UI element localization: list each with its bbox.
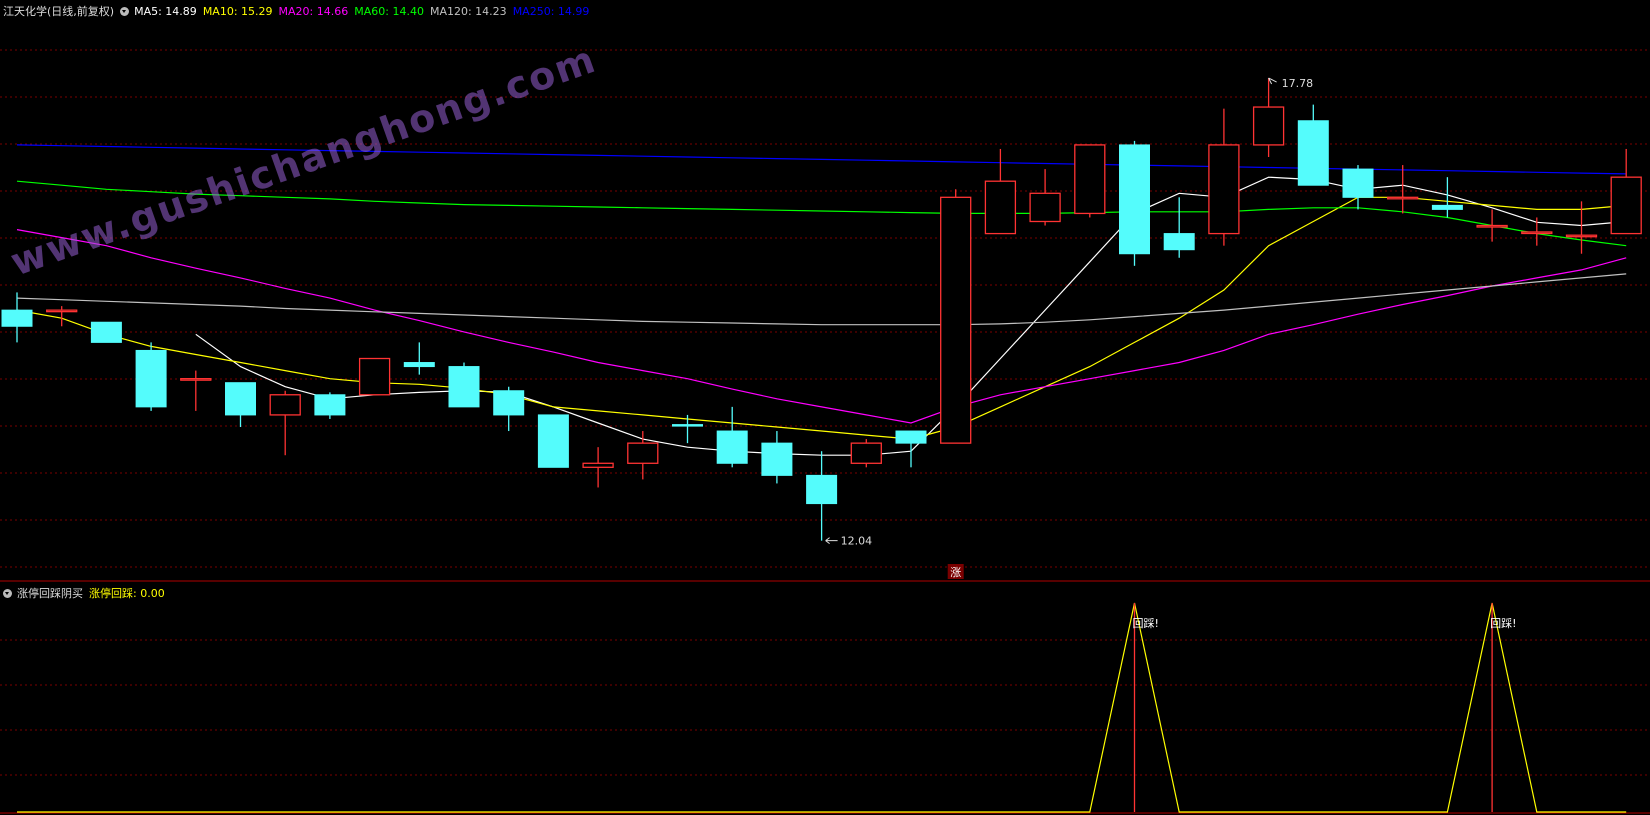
- candle: [940, 189, 972, 444]
- candle: [448, 362, 480, 408]
- candle: [403, 342, 435, 375]
- candle-body: [1252, 106, 1285, 146]
- signal-label: 回踩!: [1133, 617, 1159, 630]
- candle-body: [672, 424, 703, 427]
- candle: [582, 447, 614, 488]
- candle: [537, 414, 569, 468]
- candle: [806, 451, 838, 541]
- candle: [850, 439, 882, 468]
- candle: [1521, 217, 1553, 246]
- candle: [1163, 197, 1195, 258]
- candle-body: [537, 414, 569, 468]
- indicator-value: 涨停回踩: 0.00: [89, 587, 165, 600]
- candle-body: [46, 309, 78, 313]
- candle-body: [582, 462, 614, 468]
- candle-body: [716, 430, 748, 464]
- candle-body: [358, 357, 391, 396]
- candle: [135, 342, 167, 411]
- indicator-title: 涨停回踩阴买: [17, 587, 83, 600]
- candle: [761, 431, 793, 484]
- sub-header: 涨停回踩阴买 涨停回踩: 0.00: [3, 585, 171, 601]
- candle-body: [1342, 168, 1374, 198]
- candle-body: [493, 390, 525, 416]
- candle: [225, 382, 256, 428]
- candle: [672, 414, 703, 444]
- candle: [1, 292, 33, 343]
- signal-label: 回踩!: [1490, 617, 1516, 630]
- signal-line: [17, 602, 1627, 813]
- high-arrow: [1268, 77, 1277, 85]
- stock-title: 江天化学(日线,前复权): [3, 5, 115, 18]
- candle-body: [225, 382, 256, 416]
- candle-body: [269, 394, 301, 416]
- candle: [984, 148, 1017, 235]
- candle-body: [1521, 231, 1553, 235]
- candle: [1297, 104, 1329, 186]
- candle: [627, 431, 659, 480]
- chart-canvas: 17.78 12.04 涨 回踩! 回踩!: [0, 49, 1650, 814]
- candle: [1208, 108, 1240, 246]
- candle: [1252, 78, 1285, 158]
- ma20-line: [16, 229, 1627, 424]
- candle-body: [895, 430, 927, 444]
- ma60-label: MA60: 14.40: [354, 4, 424, 18]
- signal-series: 回踩! 回踩!: [17, 602, 1627, 813]
- candle: [269, 390, 301, 456]
- main-header: 江天化学(日线,前复权) MA5: 14.89 MA10: 15.29 MA20…: [3, 3, 595, 19]
- dropdown-icon[interactable]: [3, 588, 12, 598]
- candle: [895, 430, 927, 468]
- ma20-label: MA20: 14.66: [278, 4, 349, 18]
- ma10-line: [16, 196, 1627, 440]
- candle: [716, 406, 748, 468]
- candle-body: [90, 321, 122, 343]
- candle-body: [627, 442, 659, 464]
- ma120-label: MA120: 14.23: [429, 4, 507, 18]
- candle: [1029, 169, 1061, 226]
- candle: [1387, 165, 1419, 214]
- low-price-label: 12.04: [841, 535, 873, 548]
- dropdown-icon[interactable]: [120, 6, 130, 16]
- candle: [90, 321, 122, 343]
- ma10-label: MA10: 15.29: [202, 4, 273, 18]
- candle: [1476, 209, 1508, 242]
- candle: [1119, 140, 1150, 266]
- candle-body: [806, 474, 838, 505]
- candle-body: [850, 442, 882, 464]
- candle-body: [135, 349, 167, 408]
- ma5-label: MA5: 14.89: [134, 4, 197, 18]
- ma250-label: MA250: 14.99: [512, 4, 590, 18]
- candle-body: [1074, 144, 1106, 215]
- low-arrow: [825, 537, 838, 545]
- candle: [1074, 144, 1106, 218]
- candle: [1610, 148, 1642, 235]
- candle-body: [314, 394, 346, 416]
- candle-body: [1431, 204, 1463, 210]
- candle-body: [1208, 144, 1240, 235]
- ma5-line: [195, 176, 1627, 456]
- high-price-label: 17.78: [1282, 77, 1314, 90]
- candle: [180, 370, 212, 411]
- candles: [1, 78, 1642, 541]
- candle-body: [180, 378, 212, 381]
- candle-body: [1610, 176, 1642, 235]
- candle: [314, 392, 346, 419]
- candle-body: [1029, 192, 1061, 223]
- candle-body: [761, 442, 793, 476]
- price-annotations: 17.78 12.04 涨: [825, 77, 1314, 579]
- candle: [358, 357, 391, 396]
- candle-body: [1297, 120, 1329, 186]
- candle-body: [1, 309, 33, 327]
- candle-body: [1387, 196, 1419, 200]
- limit-up-marker: 涨: [950, 566, 961, 579]
- candle-body: [1119, 144, 1150, 255]
- candle-body: [1476, 224, 1508, 228]
- candle-body: [403, 362, 435, 368]
- candle-body: [940, 196, 972, 444]
- sub-grid: [0, 639, 1650, 776]
- candle-body: [448, 366, 480, 408]
- candle-body: [1163, 233, 1195, 251]
- candle-body: [984, 180, 1017, 235]
- candle: [493, 386, 525, 432]
- candle-body: [1565, 234, 1598, 238]
